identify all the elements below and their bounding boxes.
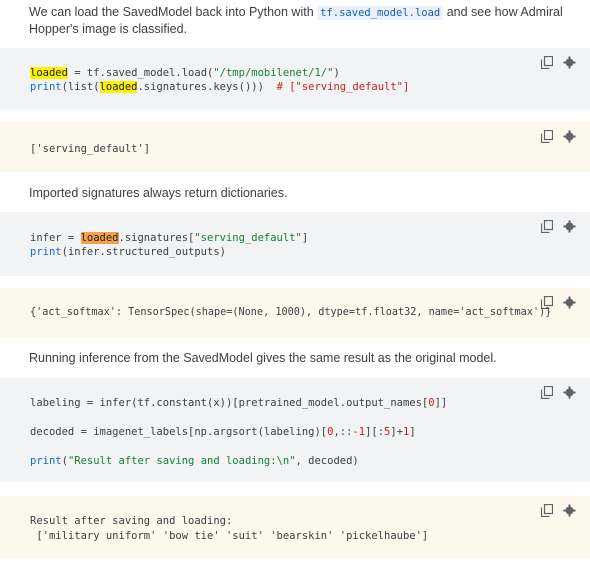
output-line: {'act_softmax': TensorSpec(shape=(None, … [30, 307, 552, 318]
code-line: labeling = infer(tf.constant(x))[pretrai… [30, 396, 447, 410]
code-toolbar [541, 56, 576, 69]
code-text: = tf.saved_model.load( [67, 67, 214, 79]
code-block-infer: infer = loaded.signatures["serving_defau… [0, 212, 590, 276]
code-keyword: print [30, 455, 62, 467]
code-string: "serving_default" [194, 232, 302, 244]
output-line: ['serving_default'] [30, 143, 151, 155]
code-line: print("Result after saving and loading:\… [30, 454, 359, 468]
code-text: ] [409, 426, 416, 438]
settings-icon[interactable] [563, 130, 576, 143]
inference-paragraph: Running inference from the SavedModel gi… [29, 351, 497, 365]
code-text: ) [333, 67, 340, 79]
highlighted-var: loaded [30, 67, 68, 79]
code-line: print(infer.structured_outputs) [30, 245, 226, 259]
code-line: print(list(loaded.signatures.keys())) # … [30, 80, 409, 94]
code-number: -1 [352, 426, 366, 438]
code-text: ,:: [333, 426, 353, 438]
output-block-structured: {'act_softmax': TensorSpec(shape=(None, … [0, 288, 590, 338]
intro-paragraph: We can load the SavedModel back into Pyt… [29, 4, 579, 37]
code-keyword: print [30, 81, 62, 93]
code-string: "/tmp/mobilenet/1/" [213, 67, 334, 79]
output-toolbar [541, 504, 576, 517]
code-block-inference: labeling = infer(tf.constant(x))[pretrai… [0, 378, 590, 482]
code-string: "Result after saving and loading:\n" [67, 455, 296, 467]
highlighted-var: loaded [99, 81, 138, 93]
code-toolbar [541, 220, 576, 233]
code-text: .signatures.keys())) [137, 81, 277, 93]
output-block-signatures: ['serving_default'] [0, 122, 590, 172]
copy-icon[interactable] [541, 504, 553, 517]
settings-icon[interactable] [563, 220, 576, 233]
code-line: loaded = tf.saved_model.load("/tmp/mobil… [30, 66, 340, 80]
code-text: (infer.structured_outputs) [61, 246, 226, 258]
copy-icon[interactable] [541, 130, 553, 143]
code-block-load: loaded = tf.saved_model.load("/tmp/mobil… [0, 48, 590, 110]
signatures-paragraph: Imported signatures always return dictio… [29, 186, 288, 200]
copy-icon[interactable] [541, 56, 553, 69]
code-text: .signatures[ [118, 232, 195, 244]
code-text: decoded = imagenet_labels[np.argsort(lab… [30, 426, 328, 438]
code-text: ][: [365, 426, 385, 438]
code-text: ] [301, 232, 309, 244]
copy-icon[interactable] [541, 220, 553, 233]
code-keyword: print [30, 246, 62, 258]
code-comment: # ["serving_default"] [276, 81, 410, 93]
intro-text-before: We can load the SavedModel back into Pyt… [29, 5, 318, 19]
output-block-result: Result after saving and loading: ['milit… [0, 496, 590, 558]
copy-icon[interactable] [541, 386, 553, 399]
settings-icon[interactable] [563, 56, 576, 69]
code-text: ]+ [390, 426, 404, 438]
code-line: infer = loaded.signatures["serving_defau… [30, 231, 308, 245]
code-toolbar [541, 386, 576, 399]
code-line: decoded = imagenet_labels[np.argsort(lab… [30, 425, 416, 439]
output-toolbar [541, 130, 576, 143]
output-line: Result after saving and loading: [30, 515, 233, 527]
code-text: labeling = infer(tf.constant(x))[pretrai… [30, 397, 429, 409]
code-text: (list( [61, 81, 100, 93]
settings-icon[interactable] [563, 386, 576, 399]
settings-icon[interactable] [563, 504, 576, 517]
code-text: ]] [434, 397, 448, 409]
settings-icon[interactable] [563, 296, 576, 309]
code-text: , decoded) [295, 455, 359, 467]
output-line: ['military uniform' 'bow tie' 'suit' 'be… [30, 530, 429, 542]
code-text: infer = [30, 232, 81, 244]
inline-code-load: tf.saved_model.load [317, 6, 444, 20]
highlighted-var-active: loaded [80, 232, 119, 244]
